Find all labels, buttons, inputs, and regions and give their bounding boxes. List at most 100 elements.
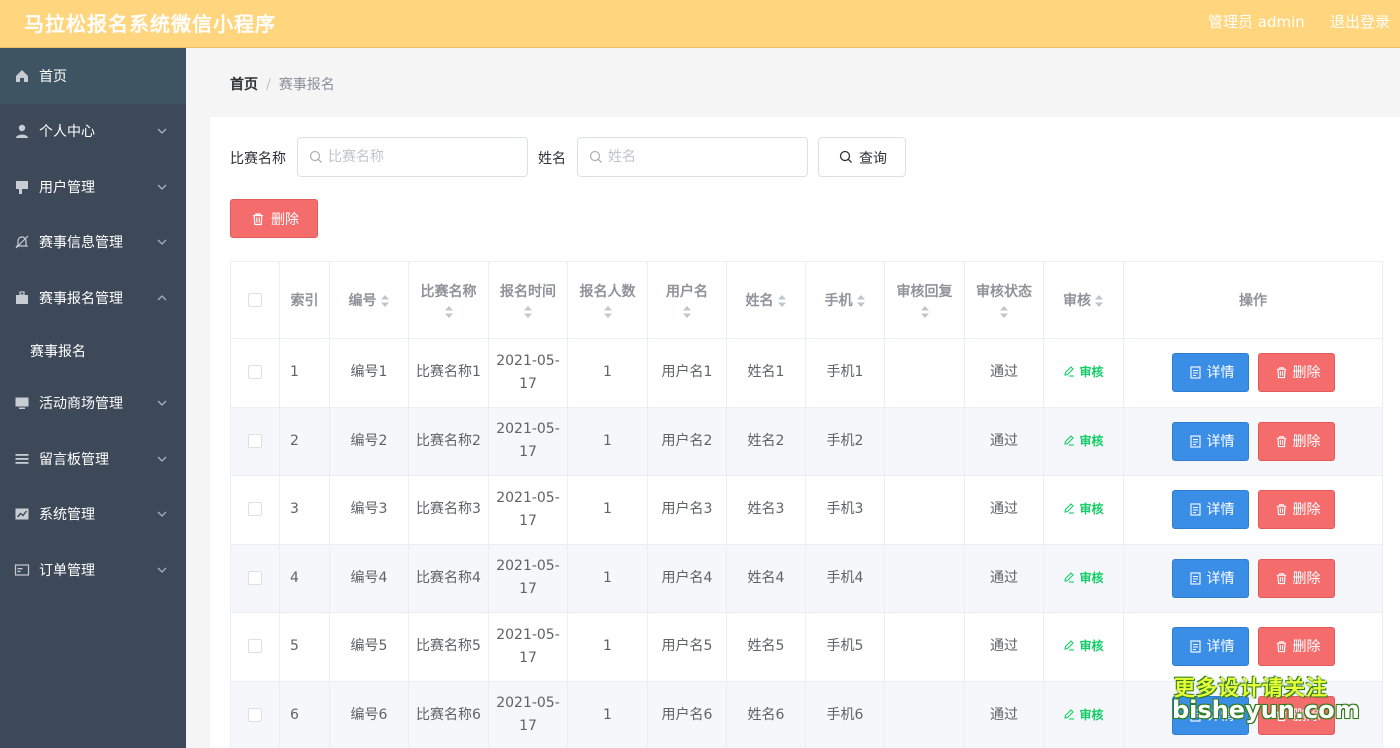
audit-link[interactable]: 审核 (1063, 708, 1104, 722)
row-checkbox[interactable] (248, 570, 262, 585)
column-header-username[interactable]: 用户名 (647, 261, 727, 339)
column-header-actions: 操作 (1123, 261, 1383, 339)
audit-link[interactable]: 审核 (1063, 502, 1104, 516)
delete-button[interactable]: 删除 (1257, 490, 1335, 530)
sort-icon[interactable] (523, 305, 533, 319)
detail-button[interactable]: 详情 (1171, 421, 1249, 461)
trash-icon (1276, 710, 1286, 721)
audit-link[interactable]: 审核 (1063, 365, 1104, 379)
column-header-count[interactable]: 报名人数 (567, 261, 648, 339)
table-row: 2 编号2 比赛名称2 2021-05-17 1 用户名2 姓名2 手机2 通过 审核 详情 删除 (230, 406, 1383, 476)
cell-name: 姓名1 (726, 338, 806, 408)
sort-icon[interactable] (603, 305, 613, 319)
column-header-date[interactable]: 报名时间 (488, 261, 568, 339)
cell-username: 用户名6 (647, 680, 727, 748)
cell-status: 通过 (964, 543, 1044, 613)
sort-icon[interactable] (999, 305, 1009, 319)
sort-icon[interactable] (682, 305, 692, 319)
chart-icon (15, 508, 29, 520)
cell-status: 通过 (964, 338, 1044, 408)
sidebar-item-shop[interactable]: 活动商场管理 (0, 376, 186, 432)
name-field[interactable] (577, 137, 808, 177)
cell-index: 6 (279, 680, 330, 748)
delete-button-label: 删除 (1292, 570, 1321, 587)
detail-button[interactable]: 详情 (1171, 695, 1249, 735)
detail-button[interactable]: 详情 (1171, 353, 1249, 393)
breadcrumb-home[interactable]: 首页 (230, 77, 258, 93)
sort-icon[interactable] (777, 294, 787, 308)
sidebar-item-profile[interactable]: 个人中心 (0, 104, 186, 160)
cell-username: 用户名4 (647, 543, 727, 613)
briefcase-icon (16, 291, 28, 304)
race-name-input[interactable] (328, 138, 508, 176)
detail-button[interactable]: 详情 (1171, 490, 1249, 530)
row-checkbox[interactable] (248, 502, 262, 517)
cell-date: 2021-05-17 (488, 406, 568, 476)
delete-button[interactable]: 删除 (1257, 421, 1335, 461)
sidebar-item-label: 系统管理 (39, 507, 95, 524)
audit-label: 审核 (1079, 639, 1104, 654)
sort-icon[interactable] (856, 294, 866, 308)
delete-button[interactable]: 删除 (1257, 353, 1335, 393)
chevron-down-icon (157, 567, 167, 573)
sort-icon[interactable] (1094, 294, 1104, 308)
delete-button[interactable]: 删除 (1257, 558, 1335, 598)
cell-index: 5 (279, 612, 330, 682)
logout-link[interactable]: 退出登录 (1330, 11, 1390, 32)
audit-link[interactable]: 审核 (1063, 434, 1104, 448)
cell-actions: 详情 删除 (1123, 338, 1383, 408)
sidebar-item-orders[interactable]: 订单管理 (0, 542, 186, 598)
row-checkbox[interactable] (248, 365, 262, 380)
bell-off-icon (15, 235, 29, 249)
column-label: 索引 (290, 293, 319, 309)
sort-icon[interactable] (380, 294, 390, 308)
audit-link[interactable]: 审核 (1063, 571, 1104, 585)
column-header-status[interactable]: 审核状态 (964, 261, 1044, 339)
column-header-name[interactable]: 姓名 (726, 261, 806, 339)
name-input[interactable] (608, 138, 788, 176)
cell-count: 1 (567, 612, 648, 682)
document-icon (1189, 503, 1201, 516)
sidebar-subitem-race-signup[interactable]: 赛事报名 (0, 326, 186, 376)
chevron-down-icon (157, 239, 167, 246)
detail-button[interactable]: 详情 (1171, 558, 1249, 598)
detail-button-label: 详情 (1206, 365, 1235, 382)
row-checkbox[interactable] (248, 639, 262, 654)
cell-index: 1 (279, 338, 330, 408)
sidebar-item-race-signup-mgmt[interactable]: 赛事报名管理 (0, 270, 186, 326)
column-header-audit[interactable]: 审核 (1043, 261, 1124, 339)
sidebar-item-system[interactable]: 系统管理 (0, 487, 186, 543)
row-checkbox[interactable] (248, 433, 262, 448)
detail-button[interactable]: 详情 (1171, 627, 1249, 667)
chevron-down-icon (157, 511, 167, 518)
table-row: 1 编号1 比赛名称1 2021-05-17 1 用户名1 姓名1 手机1 通过 审核 详情 删除 (230, 338, 1383, 408)
cell-name: 姓名3 (726, 475, 806, 545)
sidebar-item-home[interactable]: 首页 (0, 48, 186, 104)
column-header-race[interactable]: 比赛名称 (408, 261, 489, 339)
table-row: 3 编号3 比赛名称3 2021-05-17 1 用户名3 姓名3 手机3 通过 审核 详情 删除 (230, 475, 1383, 545)
cell-username: 用户名3 (647, 475, 727, 545)
monitor-icon (15, 397, 29, 410)
column-label: 审核 (1063, 293, 1091, 309)
column-label: 手机 (824, 293, 853, 309)
sort-icon[interactable] (920, 305, 930, 319)
sidebar-item-race-info[interactable]: 赛事信息管理 (0, 215, 186, 271)
select-all-checkbox[interactable] (248, 293, 262, 307)
delete-button[interactable]: 删除 (1257, 627, 1335, 667)
sort-icon[interactable] (444, 305, 454, 319)
bulk-delete-button[interactable]: 删除 (230, 199, 318, 238)
sidebar-item-messages[interactable]: 留言板管理 (0, 431, 186, 487)
delete-button[interactable]: 删除 (1257, 695, 1335, 735)
breadcrumb: 首页 / 赛事报名 (230, 74, 335, 94)
race-name-field[interactable] (297, 137, 528, 177)
column-header-code[interactable]: 编号 (329, 261, 409, 339)
column-header-phone[interactable]: 手机 (805, 261, 885, 339)
audit-link[interactable]: 审核 (1063, 639, 1104, 654)
query-button[interactable]: 查询 (818, 137, 906, 177)
cell-index: 2 (279, 406, 330, 476)
column-header-reply[interactable]: 审核回复 (884, 261, 965, 339)
sidebar-item-users[interactable]: 用户管理 (0, 159, 186, 215)
cell-actions: 详情 删除 (1123, 680, 1383, 748)
row-checkbox[interactable] (248, 707, 262, 722)
cell-phone: 手机1 (805, 338, 885, 408)
